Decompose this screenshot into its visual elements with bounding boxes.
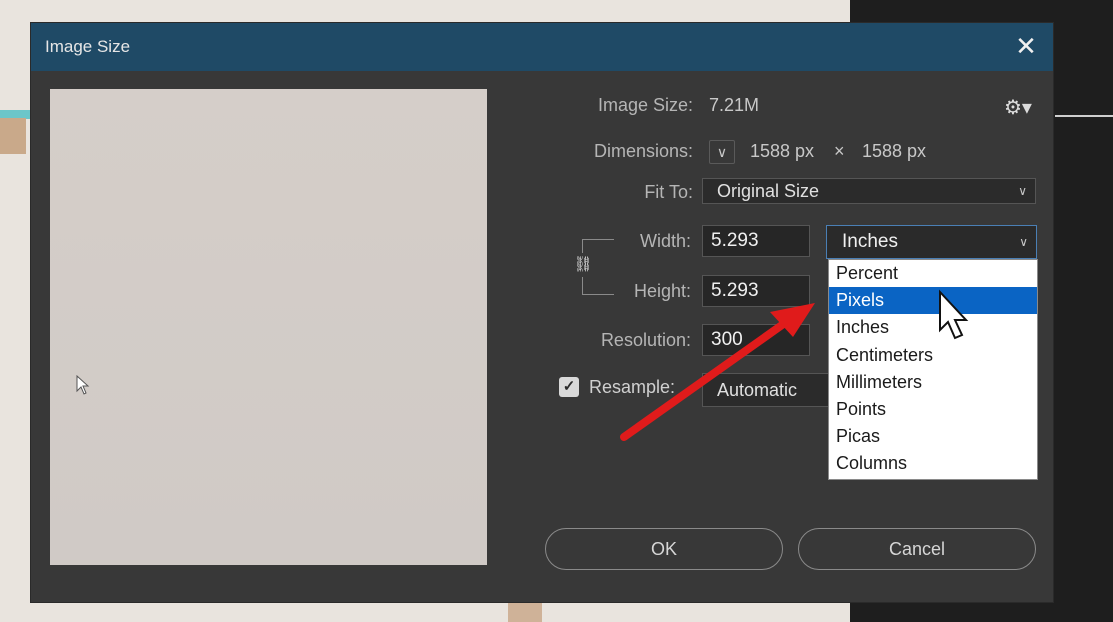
chevron-down-icon[interactable]: ∨ — [709, 140, 735, 164]
cancel-button[interactable]: Cancel — [798, 528, 1036, 570]
unit-dropdown-list: Percent Pixels Inches Centimeters Millim… — [828, 259, 1038, 480]
unit-option-inches[interactable]: Inches — [829, 314, 1037, 341]
background-decoration — [508, 600, 542, 622]
height-label: Height: — [633, 281, 691, 301]
unit-option-percent[interactable]: Percent — [829, 260, 1037, 287]
background-line — [1055, 115, 1113, 117]
unit-option-centimeters[interactable]: Centimeters — [829, 342, 1037, 369]
ok-button[interactable]: OK — [545, 528, 783, 570]
fit-to-label: Fit To: — [644, 182, 693, 202]
unit-option-picas[interactable]: Picas — [829, 423, 1037, 450]
resample-label: Resample: — [589, 377, 676, 397]
mouse-cursor-icon — [76, 375, 90, 395]
background-decoration — [0, 118, 26, 154]
checkmark-icon: ✓ — [562, 378, 576, 395]
resample-select[interactable]: Automatic — [702, 373, 832, 407]
width-label: Width: — [639, 231, 691, 251]
unit-select[interactable]: Inches ∨ — [826, 225, 1037, 259]
unit-option-columns[interactable]: Columns — [829, 450, 1037, 477]
fit-to-select[interactable]: Original Size ∨ — [702, 178, 1036, 204]
dimensions-height: 1588 px — [862, 141, 927, 161]
unit-option-pixels[interactable]: Pixels — [829, 287, 1037, 315]
dialog-title: Image Size — [45, 37, 131, 56]
unit-select-value: Inches — [842, 231, 898, 252]
image-size-value: 7.21M — [709, 95, 760, 115]
dialog-titlebar: Image Size ✕ — [31, 23, 1053, 71]
chevron-down-icon: ∨ — [1019, 235, 1028, 249]
dimensions-label: Dimensions: — [593, 141, 693, 161]
unit-option-millimeters[interactable]: Millimeters — [829, 369, 1037, 396]
dimensions-width: 1588 px — [750, 141, 815, 161]
chevron-down-icon: ∨ — [1018, 184, 1027, 198]
gear-icon[interactable]: ⚙▾ — [1004, 95, 1032, 120]
image-size-label: Image Size: — [597, 95, 693, 115]
unit-option-points[interactable]: Points — [829, 396, 1037, 423]
resample-value: Automatic — [717, 380, 798, 400]
dimensions-separator: × — [834, 141, 845, 161]
fit-to-value: Original Size — [717, 181, 820, 201]
resolution-label: Resolution: — [600, 330, 691, 350]
image-preview — [50, 89, 487, 565]
resample-checkbox[interactable]: ✓ — [559, 377, 579, 397]
link-chain-icon[interactable]: ⛓ — [573, 253, 593, 277]
height-input[interactable]: 5.293 — [702, 275, 810, 307]
image-size-dialog: Image Size ✕ Image Size: 7.21M ⚙▾ Dimens… — [30, 22, 1054, 603]
resolution-input[interactable]: 300 — [702, 324, 810, 356]
width-input[interactable]: 5.293 — [702, 225, 810, 257]
close-icon[interactable]: ✕ — [1011, 31, 1041, 61]
